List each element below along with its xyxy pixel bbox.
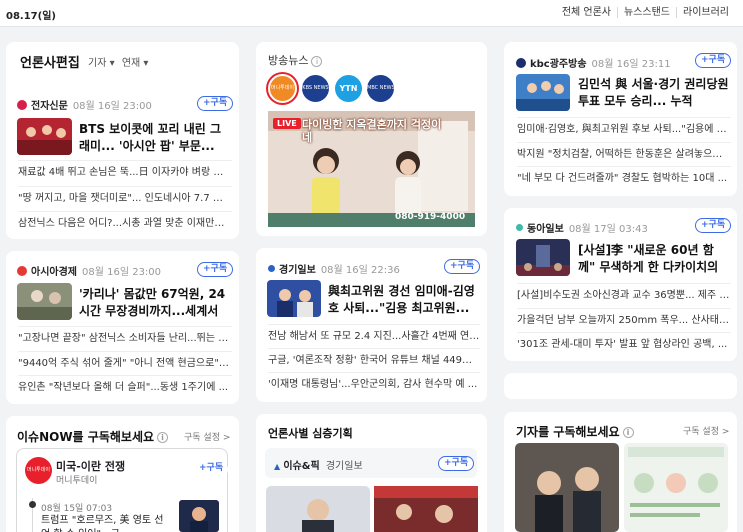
press-logo-icon xyxy=(17,265,27,276)
news-item[interactable]: '이재명 대통령님'...우안군의회, 감사 현수막 예 ... xyxy=(268,372,480,396)
subscribe-button[interactable]: +구독 xyxy=(695,53,732,68)
video-caption: 다이빙한 지옥결혼까지 걱정이네 xyxy=(302,118,442,144)
channel-mbc[interactable]: MBC NEWS xyxy=(367,75,394,102)
editor-card-title: 언론사편집 xyxy=(20,56,80,71)
press-logo-icon xyxy=(17,99,27,110)
subscription-settings-link[interactable]: 구독 설정 > xyxy=(683,424,729,437)
timeline-dot xyxy=(29,501,36,508)
press-date: 08월 16일 22:36 xyxy=(320,265,400,276)
press-name[interactable]: kbc광주방송 xyxy=(530,55,587,70)
link-newsstand[interactable]: 뉴스스탠드 xyxy=(617,7,676,18)
subscribe-button[interactable]: +구독 xyxy=(197,96,234,111)
issue-title[interactable]: 미국-이란 전쟁 xyxy=(56,458,125,474)
deep-card-title: 언론사별 심층기획 xyxy=(268,427,353,440)
press-header-kbc: kbc광주방송 08월 16일 23:11 xyxy=(516,55,671,70)
reporter-card-title: 기자를 구독해보세요 i xyxy=(516,423,634,440)
press-logo-icon xyxy=(516,57,526,68)
top-bar: 08.17(일) 전체 언론사 뉴스스탠드 라이브러리 xyxy=(0,0,743,27)
press-name[interactable]: 동아일보 xyxy=(527,220,564,235)
info-icon[interactable]: i xyxy=(311,55,323,67)
press-header-asia: 아시아경제 08월 16일 23:00 xyxy=(17,263,161,278)
live-badge: LIVE xyxy=(273,118,301,129)
issue-card-title: 이슈NOW를 구독해보세요 i xyxy=(17,428,169,445)
press-logo-icon: 머니투데이 xyxy=(25,457,52,484)
news-thumbnail-karina[interactable] xyxy=(17,283,72,320)
press-header-etnews: 전자신문 08월 16일 23:00 xyxy=(17,97,152,112)
news-item[interactable]: "네 부모 다 건드려줄까" 경찰도 협박하는 10대 ... xyxy=(517,166,731,190)
headline-kbc[interactable]: 김민석 與 서울·경기 권리당원 투표 모두 승리... 누적 49.91... xyxy=(578,76,730,110)
news-thumbnail-bts[interactable] xyxy=(17,118,72,155)
editor-filters: 기자 ▾ 연재 ▾ xyxy=(88,54,148,69)
news-item[interactable]: 유인촌 "작년보다 올해 더 슬퍼"...동생 1주기에 ... xyxy=(18,375,232,399)
press-date: 08월 16일 23:00 xyxy=(72,101,152,112)
channel-moneytoday[interactable]: 머니투데이 xyxy=(268,74,297,103)
subscription-settings-link[interactable]: 구독 설정 > xyxy=(184,430,230,443)
reporter-thumbnail-1[interactable] xyxy=(515,443,619,532)
press-logo-icon xyxy=(268,265,275,272)
news-thumbnail-donga[interactable] xyxy=(516,239,570,276)
press-header-donga: 동아일보 08월 17일 03:43 xyxy=(516,220,648,235)
channel-kbs[interactable]: KBS NEWS xyxy=(302,75,329,102)
subscribe-button[interactable]: +구독 xyxy=(444,259,481,274)
press-name[interactable]: 아시아경제 xyxy=(31,263,77,278)
current-date: 08.17(일) xyxy=(6,11,56,22)
reporter-thumbnail-2[interactable] xyxy=(624,443,728,532)
link-library[interactable]: 라이브러리 xyxy=(676,7,735,18)
press-date: 08월 16일 23:00 xyxy=(82,267,162,278)
press-header-gyeonggi: 경기일보 08월 16일 22:36 xyxy=(268,261,400,276)
news-item[interactable]: 임미애·김영호, 與최고위원 후보 사퇴..."김용에 한... xyxy=(517,117,731,141)
info-icon[interactable]: i xyxy=(622,427,634,438)
press-logo-icon: ▲ xyxy=(274,462,281,471)
press-logo-icon xyxy=(516,224,523,231)
deep-thumbnail-1[interactable] xyxy=(266,486,370,532)
chevron-down-icon: ▾ xyxy=(143,58,149,69)
press-date: 08월 17일 03:43 xyxy=(568,224,648,235)
news-item[interactable]: "고장나면 끝장" 삼전닉스 소비자들 난리...뛰는 S... xyxy=(18,326,232,350)
news-item[interactable]: 박지원 "정치검찰, 어떡하든 한동훈은 살려놓으려... xyxy=(517,142,731,166)
broadcast-title: 방송뉴스 i xyxy=(268,52,323,68)
empty-card xyxy=(504,373,737,399)
video-phone: 080-919-4000 xyxy=(395,212,466,222)
press-date: 08월 16일 23:11 xyxy=(591,59,671,70)
deep-thumbnail-2[interactable] xyxy=(374,486,478,532)
deep-tag[interactable]: ▲ 이슈&픽 경기일보 xyxy=(274,457,363,472)
news-item[interactable]: '301조 관세-대미 투자' 발표 앞 협상라인 공백, ... xyxy=(517,332,731,356)
issue-date: 08월 15일 07:03 xyxy=(41,504,113,514)
subscribe-button[interactable]: +구독 xyxy=(197,262,234,277)
headline-asia[interactable]: '카리나' 몸값만 67억원, 24시간 무장경비까지...세계서 가장... xyxy=(79,286,231,320)
news-item[interactable]: "9440억 주식 섞어 줄게" "아니 전액 현금으로"...... xyxy=(18,351,232,375)
headline-etnews[interactable]: BTS 보이콧에 꼬리 내린 그래미... '아시안 팝' 부문... xyxy=(79,121,229,155)
subscribe-button[interactable]: +구독 xyxy=(438,456,475,471)
top-links: 전체 언론사 뉴스스탠드 라이브러리 xyxy=(556,7,735,18)
news-thumbnail-kbc[interactable] xyxy=(516,74,570,111)
news-item[interactable]: 구글, '여론조작 정황' 한국어 유튜브 채널 449개 ... xyxy=(268,348,480,372)
filter-series[interactable]: 연재 ▾ xyxy=(122,58,149,69)
link-all-press[interactable]: 전체 언론사 xyxy=(556,7,617,18)
news-item[interactable]: [사설]비수도권 소아신경과 교수 36명뿐... 제주 0... xyxy=(517,283,731,307)
news-item[interactable]: "땅 꺼지고, 마을 잿더미로"... 인도네시아 7.7 강진... xyxy=(18,186,232,210)
issue-headline[interactable]: 트럼프 "호르무즈, 美 영토 선언 할 수 있어"...구... xyxy=(41,514,169,532)
news-item[interactable]: 삼전닉스 다음은 어디?...시총 과열 맞춘 이재만이 ... xyxy=(18,211,232,235)
press-name[interactable]: 경기일보 xyxy=(279,261,316,276)
news-item[interactable]: 전남 해남서 또 규모 2.4 지진...사흘간 4번째 연쇄... xyxy=(268,324,480,348)
info-icon[interactable]: i xyxy=(157,432,169,443)
news-thumbnail-gyeonggi[interactable] xyxy=(267,280,321,317)
headline-gyeonggi[interactable]: 與최고위원 경선 임미애-김영호 사퇴..."김용 최고위원... xyxy=(328,283,478,317)
filter-reporter[interactable]: 기자 ▾ xyxy=(88,58,115,69)
channel-ytn[interactable]: YTN xyxy=(335,75,362,102)
subscribe-button[interactable]: +구독 xyxy=(194,462,229,477)
news-item[interactable]: 재료값 4배 뛰고 손님은 뚝...日 이자카야 벼랑 끝 ... xyxy=(18,160,232,184)
news-item[interactable]: 가을걱던 남부 오늘까지 250mm 폭우... 산사태 '... xyxy=(517,308,731,332)
subscribe-button[interactable]: +구독 xyxy=(695,218,732,233)
chevron-down-icon: ▾ xyxy=(109,58,115,69)
press-name[interactable]: 전자신문 xyxy=(31,97,68,112)
issue-thumbnail[interactable] xyxy=(179,500,219,532)
issue-press: 머니투데이 xyxy=(56,476,98,486)
headline-donga[interactable]: [사설]李 "새로운 60년 함께" 무색하게 한 다카이치의 '역사... xyxy=(578,242,730,276)
